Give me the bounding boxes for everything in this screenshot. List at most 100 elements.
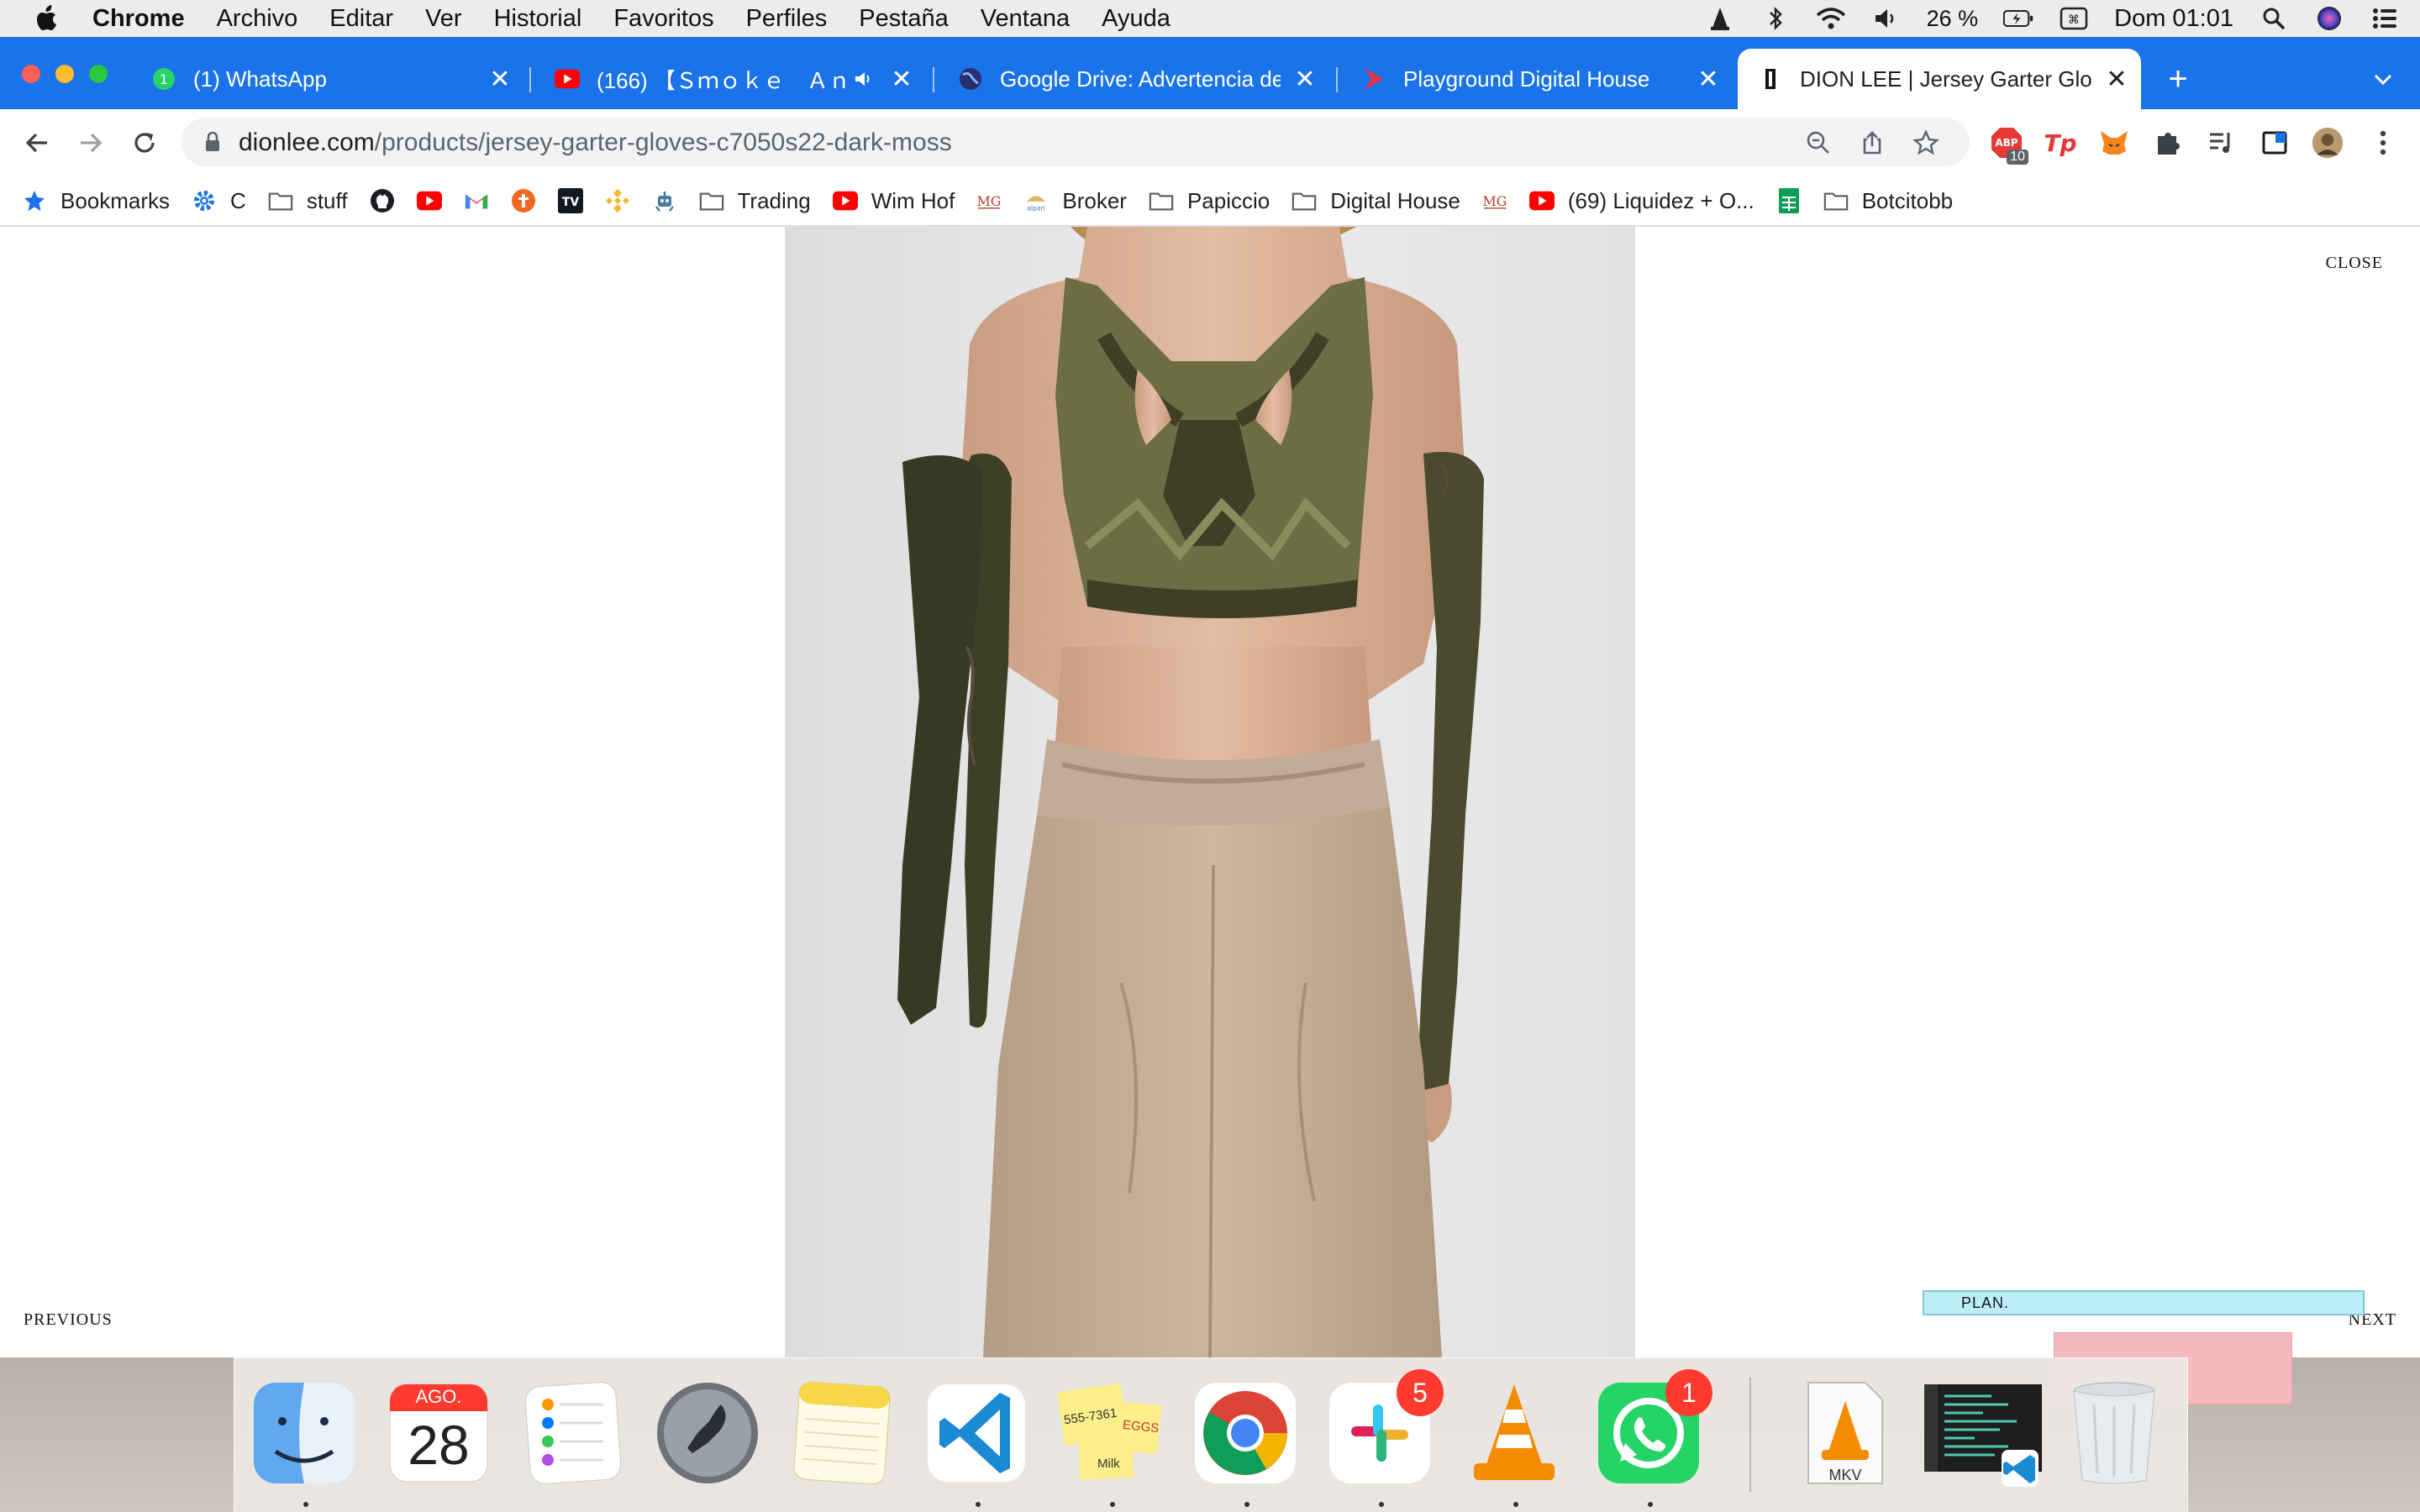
bookmark-folder-trading[interactable]: Trading [699,188,811,214]
dock-stickies[interactable]: 555-7361 EGGS Milk [1057,1379,1165,1487]
tp-extension-icon[interactable]: Tp [2044,126,2077,160]
folder-icon [699,188,724,213]
profile-avatar[interactable] [2311,126,2344,160]
dock-notes[interactable] [788,1379,896,1487]
control-center-icon[interactable] [2370,5,2400,32]
bookmark-bookmarks[interactable]: Bookmarks [22,188,170,214]
menu-favoritos[interactable]: Favoritos [613,5,713,33]
menu-archivo[interactable]: Archivo [217,5,298,33]
close-button[interactable]: CLOSE [2326,254,2383,273]
menu-pestana[interactable]: Pestaña [859,5,948,33]
keyboard-input-icon[interactable]: ⌘ [2059,5,2089,32]
bluetooth-icon[interactable] [1760,5,1791,32]
dock-running-indicator [1648,1502,1653,1507]
url-text[interactable]: dionlee.com/products/jersey-garter-glove… [239,129,952,157]
dock-vlc[interactable] [1460,1379,1568,1487]
lock-icon[interactable] [200,129,225,155]
bookmark-broker[interactable]: alpari Broker [1023,188,1127,214]
tab-playground-digital-house[interactable]: Playground Digital House ✕ [1341,49,1733,109]
browser-toolbar: dionlee.com/products/jersey-garter-glove… [0,109,2420,176]
bookmark-mg-2[interactable]: MG [1482,188,1507,213]
dock-whatsapp[interactable]: 1 [1595,1369,1712,1487]
tab-close-icon[interactable]: ✕ [887,65,916,93]
tab-close-icon[interactable]: ✕ [1291,65,1319,93]
bookmark-folder-papiccio[interactable]: Papiccio [1149,188,1270,214]
back-button[interactable] [18,124,55,161]
menu-historial[interactable]: Historial [494,5,582,33]
menu-ayuda[interactable]: Ayuda [1102,5,1171,33]
bookmark-robot[interactable] [652,188,677,213]
window-minimize-button[interactable] [55,65,74,83]
window-zoom-button[interactable] [89,65,108,83]
tab-search-chevron-icon[interactable] [2368,64,2398,94]
bookmark-mg[interactable]: MG [976,188,1002,213]
bookmark-binance[interactable] [605,188,630,213]
dock-slack[interactable]: 5 [1326,1369,1444,1487]
dock-vscode-window[interactable] [1924,1379,2042,1487]
bookmark-youtube[interactable] [416,188,442,213]
menubar-clock[interactable]: Dom 01:01 [2114,5,2233,33]
tab-dion-lee[interactable]: DION LEE | Jersey Garter Glove ✕ [1738,49,2141,109]
extensions-puzzle-icon[interactable] [2151,126,2185,160]
gmail-icon [464,188,489,213]
forward-button[interactable] [72,124,109,161]
reload-button[interactable] [126,124,163,161]
tab-close-icon[interactable]: ✕ [1694,65,1723,93]
dock-launchpad[interactable] [654,1379,761,1487]
metamask-fox-icon[interactable] [2097,126,2131,160]
tab-close-icon[interactable]: ✕ [2102,65,2131,93]
plan-overlay-bar[interactable]: PLAN. [1923,1290,2365,1315]
bookmark-google-sheets[interactable] [1776,188,1802,213]
bookmark-wim-hof[interactable]: Wim Hof [832,188,955,214]
bookmark-folder-digital-house[interactable]: Digital House [1292,188,1460,214]
adblock-count-badge: 10 [2007,150,2028,165]
tab-whatsapp[interactable]: 1 (1) WhatsApp ✕ [131,49,524,109]
bookmark-liquidez[interactable]: (69) Liquidez + O... [1528,188,1754,214]
bookmark-github[interactable] [370,188,395,213]
tab-audio-playing-icon[interactable] [854,70,877,88]
volume-icon[interactable] [1871,5,1902,32]
media-control-icon[interactable] [2205,126,2238,160]
battery-charging-icon[interactable] [2003,5,2033,32]
menu-ventana[interactable]: Ventana [981,5,1070,33]
svg-text:MG: MG [977,193,1002,209]
vlc-menubar-icon[interactable] [1705,5,1735,32]
tab-youtube[interactable]: (166) 【Ｓｍｏｋｅ Ａｎｄ ✕ [534,49,926,109]
bookmark-star-icon[interactable] [1911,128,1941,158]
new-tab-button[interactable]: + [2161,62,2195,96]
dock-chrome[interactable] [1192,1379,1299,1487]
bookmark-c[interactable]: C [192,188,246,214]
siri-icon[interactable] [2314,5,2344,32]
bookmark-tradingview[interactable]: TV [557,188,583,213]
apple-menu-icon[interactable] [34,4,62,33]
tab-close-icon[interactable]: ✕ [486,65,514,93]
dock-mkv-file[interactable]: MKV [1791,1379,1899,1487]
address-bar[interactable]: dionlee.com/products/jersey-garter-glove… [182,118,1970,166]
dock-reminders[interactable] [519,1379,627,1487]
menu-perfiles[interactable]: Perfiles [746,5,828,33]
adblock-extension-icon[interactable]: ABP 10 [1990,126,2028,165]
menu-ver[interactable]: Ver [425,5,462,33]
gear-icon [192,188,217,213]
dock-finder[interactable] [250,1379,358,1487]
dock-vscode[interactable] [923,1379,1030,1487]
product-photo[interactable] [785,227,1635,1357]
menu-chrome[interactable]: Chrome [92,5,185,33]
bookmark-orange-circle[interactable] [511,188,536,213]
bookmark-folder-stuff[interactable]: stuff [268,188,348,214]
dock-calendar[interactable]: AGO. 28 [385,1379,492,1487]
dock-trash[interactable] [2060,1379,2168,1487]
chrome-menu-icon[interactable] [2366,126,2400,160]
zoom-out-icon[interactable] [1803,128,1833,158]
share-icon[interactable] [1857,128,1887,158]
wifi-icon[interactable] [1816,5,1846,32]
tab-google-drive[interactable]: Google Drive: Advertencia de a ✕ [938,49,1329,109]
reading-list-icon[interactable] [2259,126,2292,160]
svg-text:alpari: alpari [1028,204,1045,212]
bookmark-gmail[interactable] [464,188,489,213]
bookmark-folder-botcitobb[interactable]: Botcitobb [1823,188,1953,214]
previous-image-button[interactable]: PREVIOUS [24,1310,113,1330]
menu-editar[interactable]: Editar [329,5,393,33]
window-close-button[interactable] [22,65,40,83]
spotlight-search-icon[interactable] [2259,5,2289,32]
